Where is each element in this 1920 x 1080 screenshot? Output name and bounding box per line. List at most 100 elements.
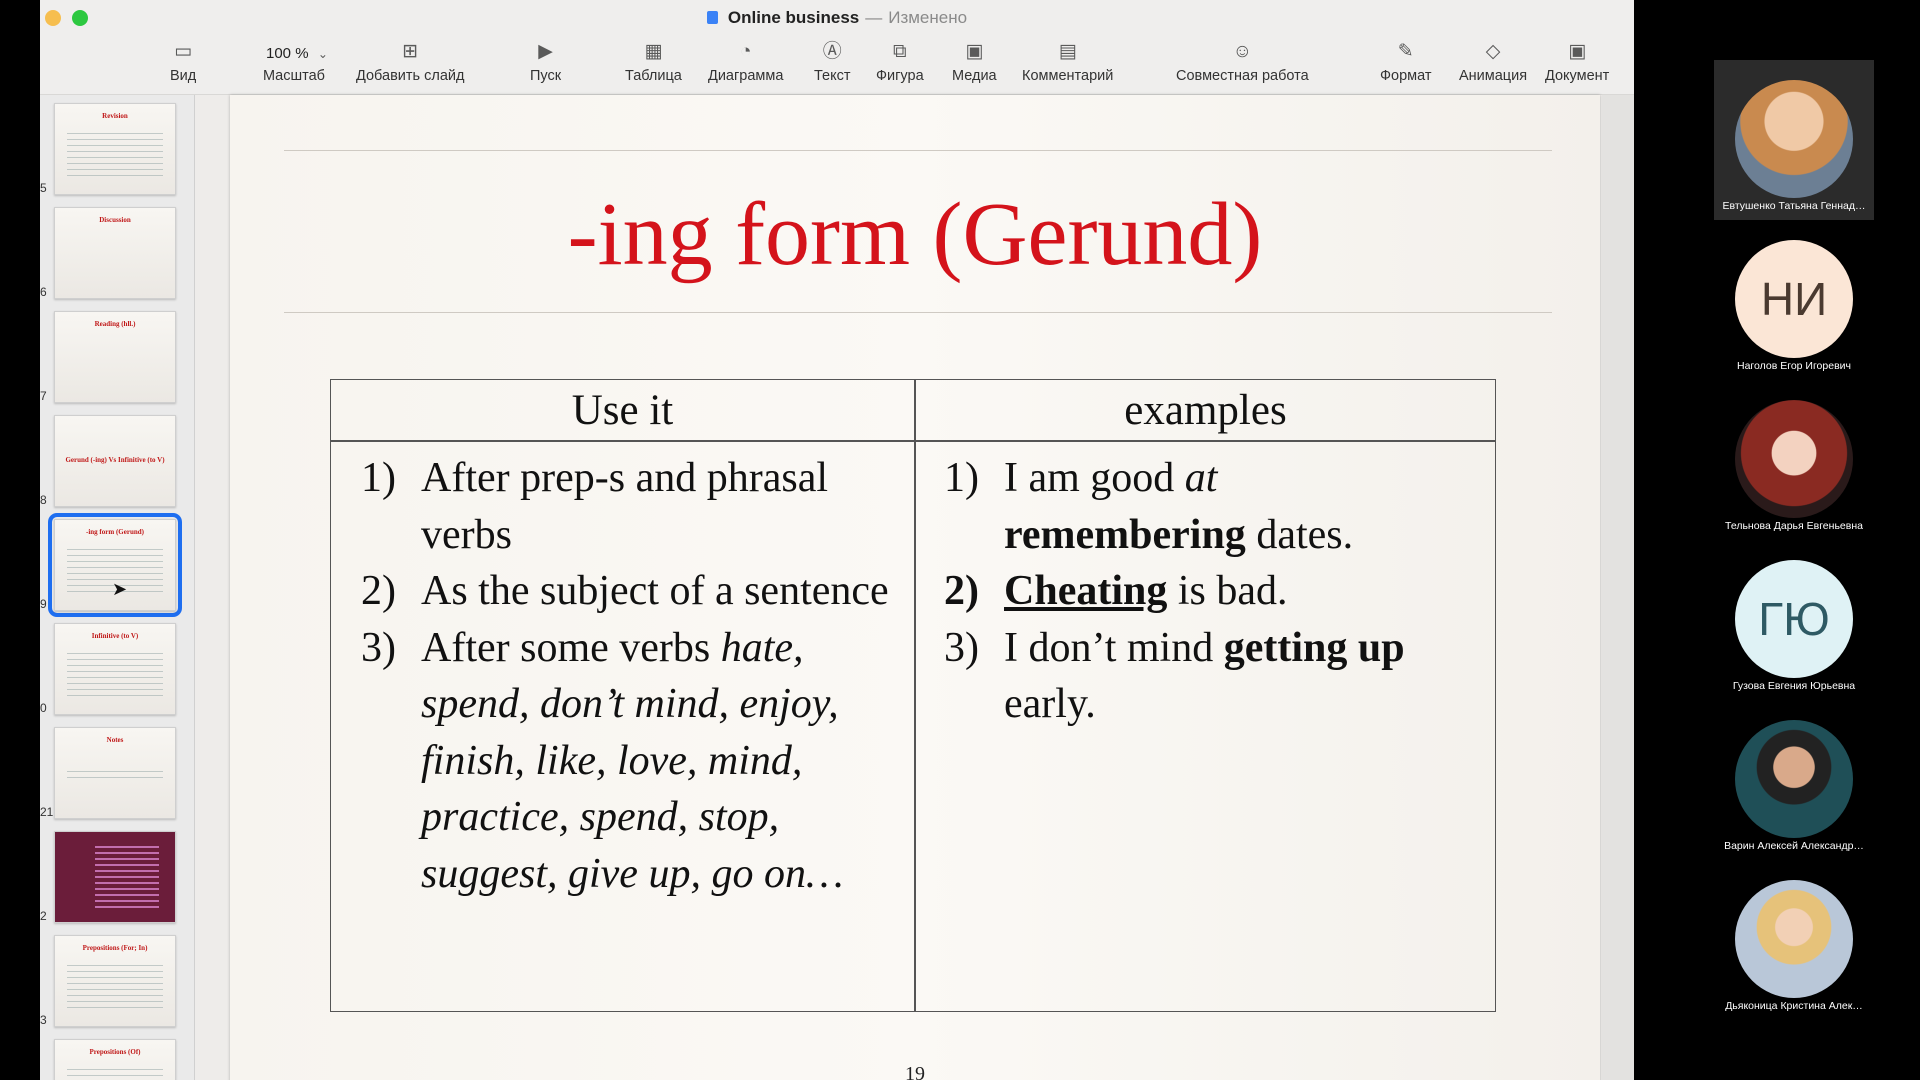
- slide-thumbnail[interactable]: Reading (hll.) 7: [40, 311, 176, 403]
- example-text: I am good: [1004, 455, 1185, 501]
- item-number: 3): [944, 624, 979, 671]
- participant-name: Дьяконица Кристина Алек…: [1725, 1000, 1863, 1012]
- divider: [284, 150, 1552, 151]
- item-number: 2): [944, 568, 979, 614]
- collaborate-button[interactable]: ☺ Совместная работа: [1176, 38, 1309, 86]
- table-header-examples: examples: [1124, 387, 1287, 434]
- chart-icon: ◔: [739, 41, 752, 62]
- zoom-label: Масштаб: [262, 68, 325, 84]
- plus-square-icon: ⊞: [402, 41, 419, 62]
- slide-number: 3: [40, 1013, 47, 1027]
- participant-name: Наголов Егор Игоревич: [1737, 360, 1851, 372]
- use-item: 1) After prep-s and phrasal verbs: [361, 450, 891, 563]
- sidebar-icon: ▭: [174, 41, 193, 62]
- comment-button[interactable]: ▤ Комментарий: [1022, 38, 1113, 86]
- slide-thumbnail[interactable]: Prepositions (For; In) 3: [40, 935, 176, 1027]
- document-label: Документ: [1545, 68, 1610, 84]
- shape-button[interactable]: ⧉ Фигура: [876, 38, 924, 86]
- examples-column: 1) I am good at remembering dates. 2) Cheat…: [944, 450, 1484, 733]
- avatar: НИ: [1735, 240, 1853, 358]
- play-label: Пуск: [530, 68, 562, 84]
- format-button[interactable]: ✎ Формат: [1380, 38, 1432, 86]
- table-button[interactable]: ▦ Таблица: [625, 38, 682, 86]
- participant-tile[interactable]: Дьяконица Кристина Алек…: [1714, 860, 1874, 1020]
- example-item: 3) I don’t mind getting up early.: [944, 620, 1484, 733]
- slide-thumbnail[interactable]: Notes 21: [40, 727, 176, 819]
- example-text: I don’t mind: [1004, 624, 1224, 671]
- use-text: After some verbs: [421, 624, 721, 671]
- shape-label: Фигура: [876, 68, 924, 84]
- view-button[interactable]: ▭ Вид: [170, 38, 196, 86]
- example-gerund: remembering: [1004, 511, 1246, 558]
- avatar: [1735, 80, 1853, 198]
- title-separator: —: [865, 8, 883, 27]
- animate-icon: ◇: [1485, 41, 1501, 62]
- table-label: Таблица: [625, 68, 682, 84]
- example-text: is bad.: [1167, 568, 1288, 614]
- participant-tile[interactable]: Варин Алексей Александр…: [1714, 700, 1874, 860]
- example-preposition: at: [1184, 455, 1218, 501]
- format-label: Формат: [1380, 68, 1432, 84]
- collaborate-label: Совместная работа: [1176, 68, 1309, 84]
- use-text: After prep-s and phrasal verbs: [421, 455, 828, 558]
- slide-thumbnail-selected[interactable]: -ing form (Gerund) 9 ➤: [40, 513, 182, 617]
- participant-name: Тельнова Дарья Евгеньевна: [1725, 520, 1863, 532]
- text-box-icon: Ⓐ: [822, 41, 842, 62]
- avatar: [1735, 400, 1853, 518]
- slide-thumbnail-title: Revision: [102, 112, 128, 120]
- table-icon: ▦: [644, 41, 663, 62]
- example-text: early.: [1004, 681, 1096, 727]
- participant-tile[interactable]: Евтушенко Татьяна Геннад…: [1714, 60, 1874, 220]
- avatar: [1735, 880, 1853, 998]
- avatar: [1735, 720, 1853, 838]
- participant-tile[interactable]: ГЮ Гузова Евгения Юрьевна: [1714, 540, 1874, 700]
- slide-thumbnail-title: -ing form (Gerund): [86, 528, 144, 536]
- slide-thumbnail[interactable]: Prepositions (Of): [54, 1039, 176, 1080]
- media-label: Медиа: [952, 68, 997, 84]
- title-bar: Online business — Изменено ▭ Вид 100 % ⌄ Мас…: [40, 0, 1634, 95]
- document-icon: [706, 11, 718, 24]
- canvas-scroll-area[interactable]: [1602, 95, 1634, 1080]
- slide-number: 7: [40, 389, 47, 403]
- example-item: 1) I am good at remembering dates.: [944, 450, 1484, 563]
- slide-thumbnail[interactable]: Gerund (-ing) Vs Infinitive (to V) 8: [40, 415, 176, 507]
- participant-name: Евтушенко Татьяна Геннад…: [1722, 200, 1866, 212]
- add-slide-button[interactable]: ⊞ Добавить слайд: [356, 38, 464, 86]
- slide-thumbnail[interactable]: 2: [40, 831, 176, 923]
- view-label: Вид: [170, 68, 197, 84]
- slide-number: 21: [40, 805, 54, 819]
- comment-label: Комментарий: [1022, 68, 1114, 84]
- participant-tile[interactable]: НИ Наголов Егор Игоревич: [1714, 220, 1874, 380]
- collaborate-icon: ☺: [1232, 41, 1253, 62]
- media-button[interactable]: ▣ Медиа: [952, 38, 997, 86]
- chart-button[interactable]: ◔ Диаграмма: [708, 38, 783, 86]
- play-button[interactable]: ▶ Пуск: [530, 38, 561, 86]
- current-slide[interactable]: -ing form (Gerund) Use it examples 1) Aft…: [230, 95, 1600, 1080]
- text-label: Текст: [814, 68, 851, 84]
- participant-name: Гузова Евгения Юрьевна: [1732, 680, 1856, 692]
- example-gerund: Cheating: [1004, 568, 1168, 614]
- slide-number: 5: [40, 181, 47, 195]
- slide-thumbnail[interactable]: Discussion 6: [40, 207, 176, 299]
- document-status: Изменено: [888, 8, 968, 27]
- slide-thumbnail[interactable]: Infinitive (to V) 0: [40, 623, 176, 715]
- table-header-use-it: Use it: [571, 387, 674, 434]
- slide-page-number: 19: [905, 1063, 925, 1080]
- item-number: 2): [361, 568, 396, 614]
- chart-label: Диаграмма: [708, 68, 784, 84]
- slide-canvas[interactable]: -ing form (Gerund) Use it examples 1) Aft…: [195, 95, 1634, 1080]
- zoom-button[interactable]: 100 % ⌄ Масштаб: [260, 38, 328, 86]
- text-button[interactable]: Ⓐ Текст: [814, 38, 851, 86]
- divider: [284, 312, 1552, 313]
- use-column: 1) After prep-s and phrasal verbs 2) As th…: [361, 450, 891, 902]
- use-text: As the subject of a sentence: [421, 568, 889, 614]
- video-participants-panel: Евтушенко Татьяна Геннад… НИ Наголов Его…: [1634, 0, 1920, 1080]
- slide-thumbnail[interactable]: Revision 5: [40, 103, 176, 195]
- slide-number: 0: [40, 701, 47, 715]
- document-button[interactable]: ▣ Документ: [1545, 38, 1609, 86]
- animate-button[interactable]: ◇ Анимация: [1459, 38, 1527, 86]
- participant-tile[interactable]: Тельнова Дарья Евгеньевна: [1714, 380, 1874, 540]
- slide-title[interactable]: -ing form (Gerund): [230, 183, 1600, 286]
- avatar-initials: ГЮ: [1758, 593, 1830, 645]
- slide-table[interactable]: Use it examples 1) After prep-s and phras…: [330, 379, 1496, 1012]
